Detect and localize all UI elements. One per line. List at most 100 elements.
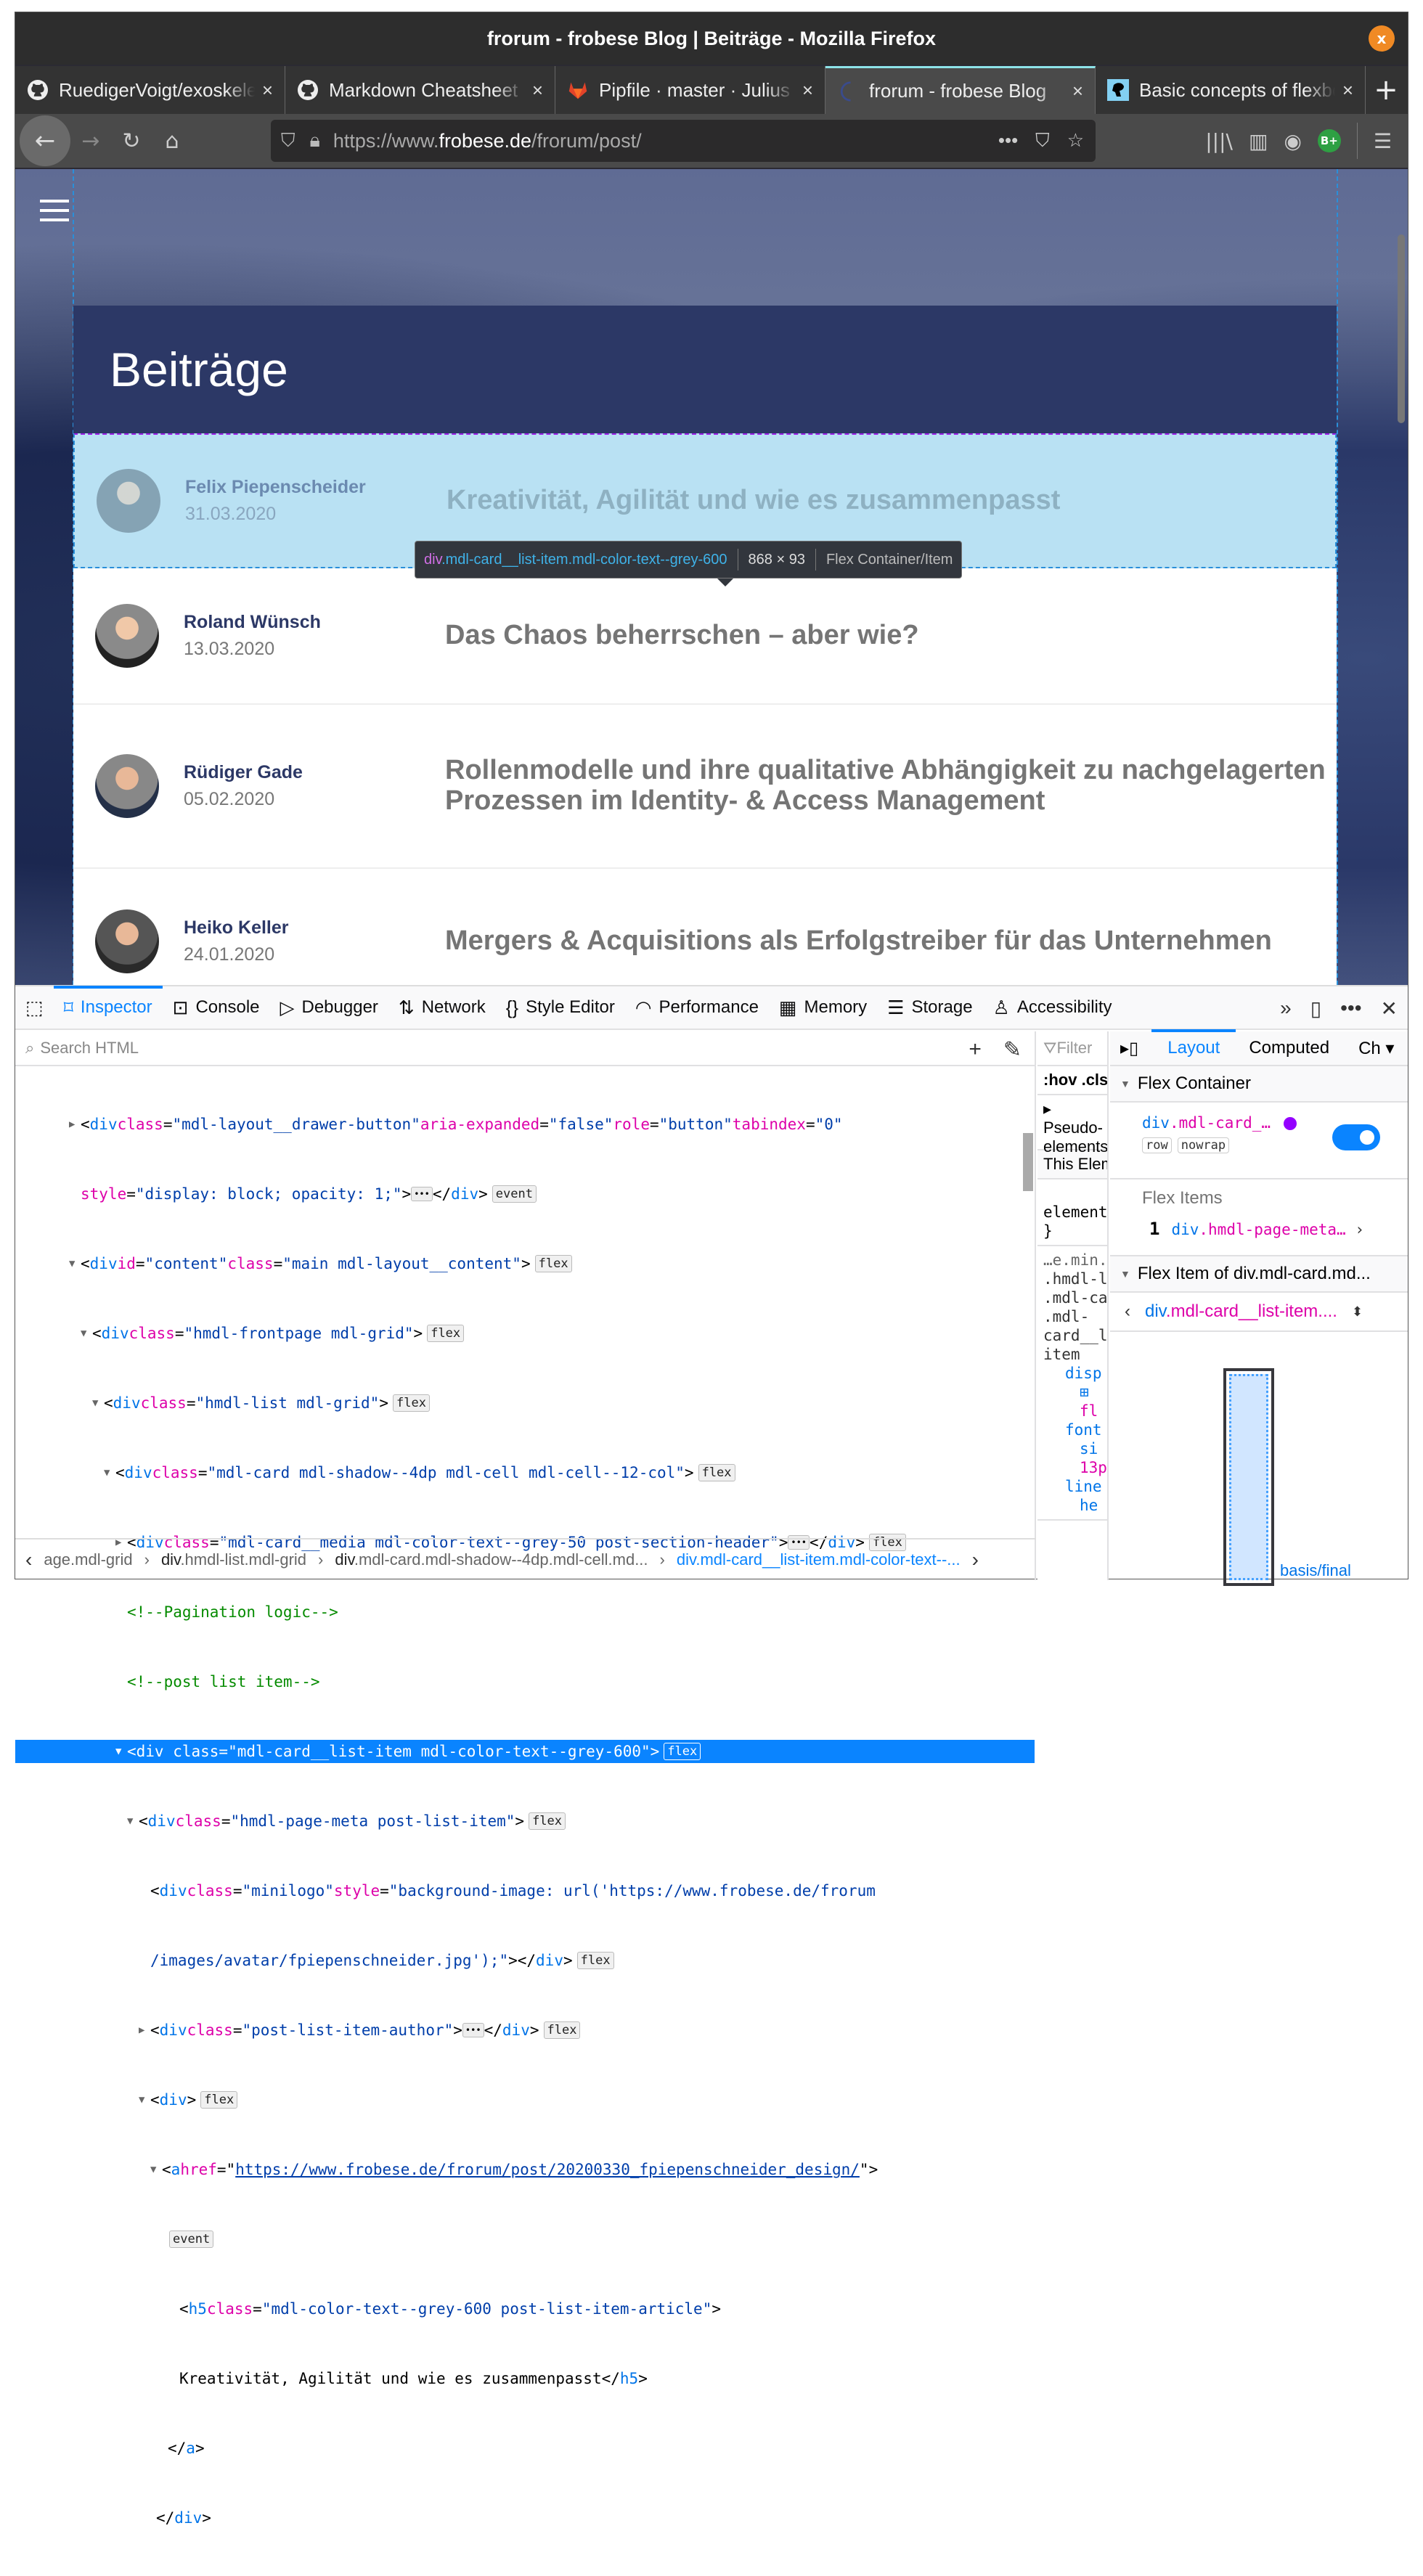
post-title[interactable]: Mergers & Acquisitions als Erfolgstreibe… [445, 925, 1337, 957]
tab-style-editor[interactable]: {} Style Editor [496, 986, 625, 1029]
tree-text[interactable]: Kreativität, Agilität und wie es zusamme… [15, 2367, 1035, 2390]
pseudo-elements-section[interactable]: ▸ Pseudo-elements [1037, 1095, 1107, 1156]
tab-close-icon[interactable]: × [262, 79, 273, 102]
tab-close-icon[interactable]: × [1072, 80, 1083, 102]
close-devtools-icon[interactable]: ✕ [1381, 997, 1398, 1021]
event-badge[interactable]: event [169, 2231, 214, 2248]
post-list-item[interactable]: Heiko Keller 24.01.2020 Mergers & Acquisi… [73, 869, 1337, 985]
link-href[interactable]: https://www.frobese.de/frorum/post/20200… [235, 2158, 860, 2181]
lock-icon[interactable]: 🔒︎ [310, 129, 320, 152]
post-author[interactable]: Rüdiger Gade [184, 762, 401, 783]
reload-button[interactable]: ↻ [111, 120, 152, 161]
extension-badge[interactable]: B+ [1317, 129, 1341, 152]
tab-debugger[interactable]: ▷ Debugger [270, 986, 388, 1029]
tab-memory[interactable]: ▦ Memory [769, 986, 877, 1029]
tab-layout[interactable]: Layout [1151, 1029, 1236, 1058]
tree-node[interactable]: </div > [15, 2506, 1035, 2530]
tab-close-icon[interactable]: × [802, 79, 813, 102]
post-author[interactable]: Roland Wünsch [184, 612, 401, 633]
back-button[interactable]: ← [20, 115, 70, 166]
tree-comment[interactable]: <!--post list item--> [15, 1670, 1035, 1693]
search-html-input[interactable]: Search HTML [40, 1039, 139, 1058]
pocket-icon[interactable]: ⛉ [1035, 129, 1050, 152]
flex-badge[interactable]: flex [698, 1464, 735, 1481]
flex-item-row[interactable]: 1 div.hmdl-page-meta… › [1149, 1219, 1408, 1239]
flex-badge[interactable]: flex [543, 2021, 581, 2039]
new-tab-button[interactable]: + [1366, 66, 1406, 114]
tree-node[interactable]: ▼ < div class = "hmdl-page-meta post-list-it… [15, 1810, 1035, 1833]
page-actions-icon[interactable]: ••• [998, 129, 1018, 152]
tab-close-icon[interactable]: × [532, 79, 543, 102]
post-list-item[interactable]: Roland Wünsch 13.03.2020 Das Chaos beherr… [73, 568, 1337, 705]
breadcrumb-back-icon[interactable]: ‹ [25, 1548, 32, 1571]
breadcrumb-item-current[interactable]: div.mdl-card__list-item.mdl-color-text--… [677, 1550, 961, 1569]
flex-item-of-header[interactable]: ▼ Flex Item of div.mdl-card.md... [1110, 1256, 1408, 1293]
tab-performance[interactable]: ◠ Performance [625, 986, 769, 1029]
element-picker-button[interactable]: ⬚ [15, 986, 54, 1029]
event-badge[interactable]: event [492, 1185, 537, 1203]
account-icon[interactable]: ◉ [1284, 129, 1301, 153]
flex-badge[interactable]: flex [393, 1394, 430, 1412]
post-title[interactable]: Rollenmodelle und ihre qualitative Abhän… [445, 755, 1337, 817]
highlight-color-swatch[interactable] [1284, 1117, 1297, 1130]
flex-item-selector[interactable]: ‹ div.mdl-card__list-item.... ⬍ [1110, 1293, 1408, 1332]
eyedropper-icon[interactable]: ✎ [1003, 1037, 1022, 1063]
pseudo-class-toggles[interactable]: :hov .cls [1037, 1066, 1107, 1095]
breadcrumb-item[interactable]: div.hmdl-list.mdl-grid [161, 1550, 306, 1569]
tab-changes[interactable]: Ch ▾ [1358, 1038, 1394, 1059]
flex-badge[interactable]: flex [427, 1325, 465, 1342]
tab-exoskeleton[interactable]: RuedigerVoigt/exoskeleton × [15, 66, 285, 114]
tree-node[interactable]: < div class = "minilogo" style = "background-… [15, 1879, 1035, 1902]
breadcrumb-item[interactable]: age.mdl-grid [44, 1550, 132, 1569]
tab-inspector[interactable]: ⌑ Inspector [53, 986, 163, 1029]
flex-badge[interactable]: flex [664, 1743, 701, 1760]
tree-node[interactable]: </a > [15, 2437, 1035, 2460]
back-icon[interactable]: ‹ [1125, 1301, 1130, 1322]
page-scrollbar[interactable] [1398, 234, 1405, 423]
menu-icon[interactable]: ☰ [1374, 129, 1392, 153]
tree-node[interactable]: ▼ < div id = "content" class = "main mdl-layou… [15, 1252, 1035, 1275]
tab-network[interactable]: ⇅ Network [388, 986, 496, 1029]
tracking-shield-icon[interactable]: ⛉ [281, 129, 295, 152]
home-button[interactable]: ⌂ [152, 120, 192, 161]
responsive-design-icon[interactable]: ▯ [1310, 997, 1321, 1021]
post-author[interactable]: Felix Piepenscheider [185, 477, 403, 498]
flex-badge[interactable]: flex [576, 1952, 614, 1969]
window-close-button[interactable]: x [1369, 25, 1395, 52]
flex-badge[interactable]: flex [534, 1255, 572, 1272]
tab-pipfile[interactable]: Pipfile · master · Julius × [555, 66, 825, 114]
tree-node-selected[interactable]: ▼ <div class="mdl-card__list-item mdl-col… [15, 1740, 1035, 1763]
tab-frorum[interactable]: frorum - frobese Blog × [825, 66, 1096, 114]
tab-markdown-cheatsheet[interactable]: Markdown Cheatsheet × [285, 66, 555, 114]
add-node-icon[interactable]: + [969, 1037, 982, 1063]
post-title[interactable]: Das Chaos beherrschen – aber wie? [445, 620, 1337, 651]
flex-container-header[interactable]: ▼ Flex Container [1110, 1066, 1408, 1103]
tree-node[interactable]: ▶ < div class = "post-list-item-author" > ••• <… [15, 2019, 1035, 2042]
url-bar[interactable]: ⛉ 🔒︎ https://www. frobese.de/frorum/post/… [271, 120, 1096, 162]
tree-comment[interactable]: <!--Pagination logic--> [15, 1600, 1035, 1624]
select-arrows-icon[interactable]: ⬍ [1352, 1304, 1363, 1320]
drawer-menu-button[interactable] [40, 200, 69, 221]
sidebar-icon[interactable]: ▥ [1249, 129, 1268, 153]
forward-button[interactable]: → [70, 120, 111, 161]
flexbox-highlighter-toggle[interactable] [1332, 1124, 1380, 1150]
tree-scrollbar[interactable] [1023, 1133, 1033, 1191]
flex-badge[interactable]: flex [200, 2091, 238, 2109]
more-tools-icon[interactable]: » [1280, 997, 1292, 1020]
tree-node[interactable]: ▼ < div class = "hmdl-frontpage mdl-grid" > fl… [15, 1322, 1035, 1345]
breadcrumb-item[interactable]: div.mdl-card.mdl-shadow--4dp.mdl-cell.md… [335, 1550, 648, 1569]
css-rule[interactable]: …e.min. .hmdl-l .mdl-ca .mdl- card__l it… [1037, 1246, 1107, 1521]
tree-node[interactable]: ▼ < div class = "hmdl-list mdl-grid" > flex [15, 1391, 1035, 1415]
tree-node[interactable]: < h5 class = "mdl-color-text--grey-600 post… [15, 2297, 1035, 2321]
element-rule[interactable]: element {} [1037, 1179, 1107, 1246]
tree-node[interactable]: ▶ < div class = "mdl-layout__drawer-button" … [15, 1113, 1035, 1136]
tab-flexbox[interactable]: Basic concepts of flexbox × [1096, 66, 1366, 114]
options-menu-icon[interactable]: ••• [1340, 997, 1361, 1020]
rules-filter-input[interactable]: ⛛ Filter [1037, 1031, 1107, 1066]
tree-node[interactable]: ▼ < div class = "mdl-card mdl-shadow--4dp md… [15, 1461, 1035, 1484]
tab-accessibility[interactable]: ♙ Accessibility [983, 986, 1122, 1029]
post-author[interactable]: Heiko Keller [184, 917, 401, 939]
toggle-sidebar-icon[interactable]: ▸▯ [1120, 1038, 1138, 1059]
bookmark-star-icon[interactable]: ☆ [1067, 129, 1084, 152]
flex-badge[interactable]: flex [529, 1812, 566, 1830]
